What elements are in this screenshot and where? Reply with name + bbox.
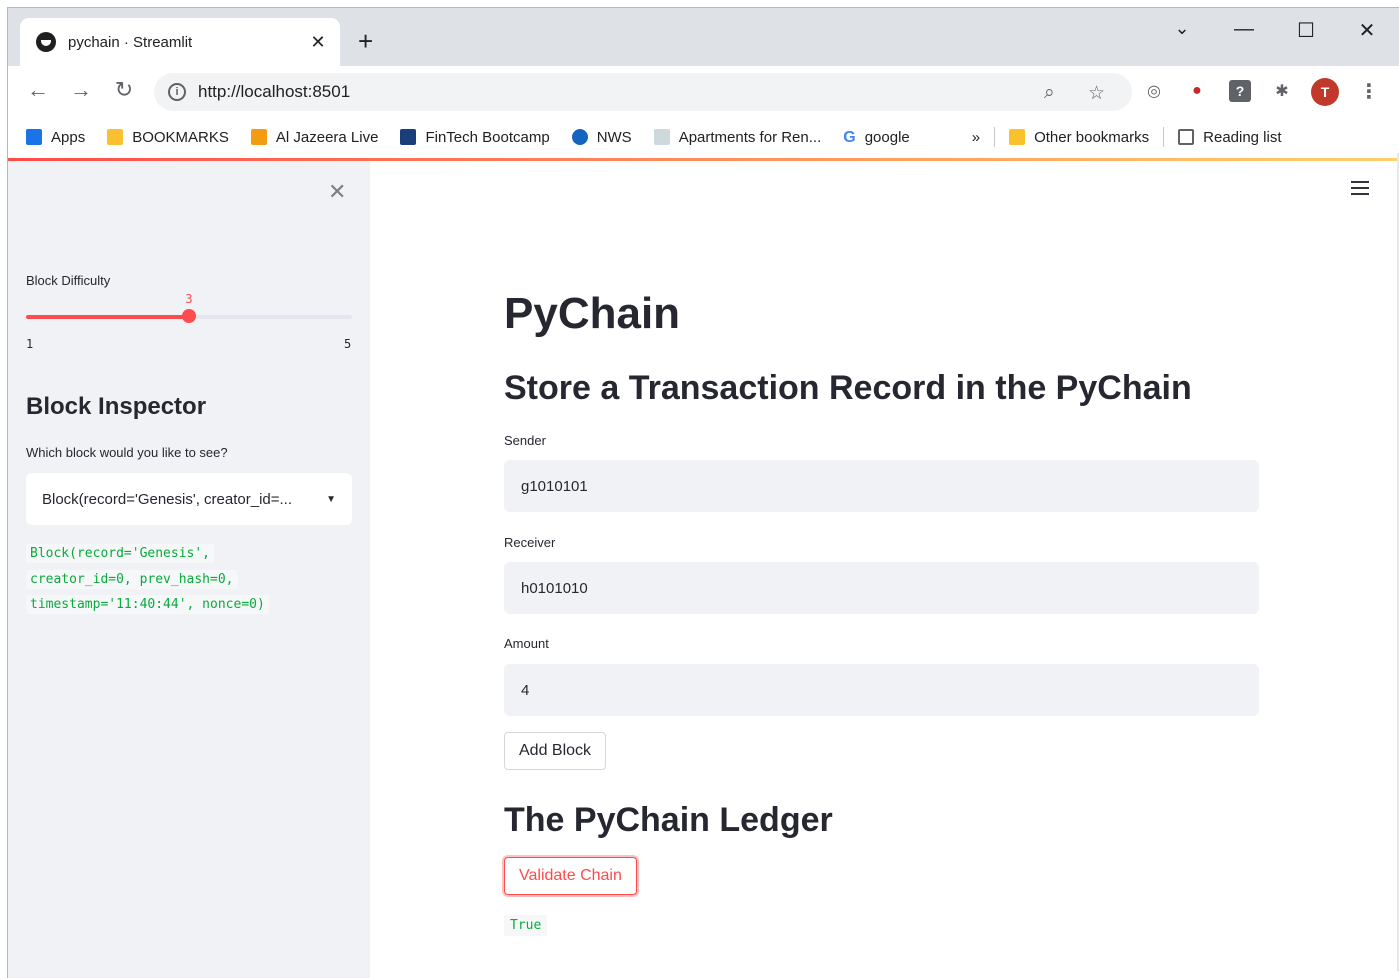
- tab-title: pychain · Streamlit: [68, 33, 193, 51]
- bookmarks-divider: [994, 127, 996, 147]
- reading-list-icon: [1178, 129, 1195, 145]
- folder-icon: [1009, 129, 1026, 145]
- validation-result: True: [504, 915, 548, 936]
- bookmark-label: Apps: [51, 128, 86, 146]
- tab-strip: pychain · Streamlit ✕ + ⌄ — ☐ ✕: [8, 8, 1399, 66]
- block-select[interactable]: Block(record='Genesis', creator_id=... ▼: [26, 473, 352, 525]
- bookmark-aljazeera[interactable]: Al Jazeera Live: [250, 128, 379, 146]
- bookmarks-divider: [1163, 127, 1165, 147]
- zoom-icon[interactable]: ⌕: [1044, 82, 1055, 104]
- puzzle-extensions-icon[interactable]: ✱: [1271, 80, 1293, 102]
- slider-label: Block Difficulty: [26, 273, 111, 288]
- more-bookmarks-button[interactable]: »: [972, 129, 980, 146]
- slider-thumb[interactable]: [182, 309, 196, 323]
- difficulty-slider[interactable]: [26, 309, 352, 323]
- bookmark-label: Al Jazeera Live: [275, 128, 379, 146]
- apartments-icon: [653, 129, 670, 145]
- google-icon: G: [843, 129, 856, 146]
- bookmark-bookmarks-folder[interactable]: BOOKMARKS: [107, 129, 229, 146]
- minimize-button[interactable]: —: [1229, 18, 1259, 41]
- bookmark-google[interactable]: G google: [843, 128, 910, 147]
- code-line: Block(record='Genesis',: [26, 541, 269, 567]
- bookmark-label: BOOKMARKS: [132, 128, 229, 146]
- amount-label: Amount: [504, 636, 549, 651]
- new-tab-button[interactable]: +: [358, 28, 373, 54]
- folder-icon: [107, 129, 124, 145]
- code-line: creator_id=0, prev_hash=0,: [26, 567, 269, 593]
- bookmark-label: Apartments for Ren...: [678, 128, 822, 146]
- close-window-button[interactable]: ✕: [1352, 18, 1382, 43]
- sidebar: ✕ Block Difficulty 3 1 5 Block Inspector…: [8, 161, 370, 978]
- slider-min-label: 1: [26, 337, 34, 351]
- lastpass-extension-icon[interactable]: ●: [1186, 80, 1208, 102]
- sidebar-close-icon[interactable]: ✕: [328, 179, 346, 205]
- help-extension-icon[interactable]: ?: [1229, 80, 1251, 102]
- bookmark-label: Reading list: [1203, 128, 1282, 146]
- back-arrow-icon[interactable]: ←: [24, 78, 52, 102]
- browser-toolbar: ← → ↻ i http://localhost:8501 ⌕ ☆ ◎ ● ? …: [8, 66, 1399, 116]
- bookmark-fintech-bootcamp[interactable]: FinTech Bootcamp: [400, 128, 550, 146]
- slider-fill: [26, 315, 189, 319]
- receiver-label: Receiver: [504, 535, 556, 550]
- apps-grid-icon: [26, 129, 42, 145]
- sender-input[interactable]: g1010101: [504, 460, 1259, 512]
- bookmark-apps[interactable]: Apps: [26, 129, 85, 146]
- chevron-down-icon: ▼: [326, 493, 336, 505]
- block-code-output: Block(record='Genesis', creator_id=0, pr…: [26, 541, 269, 618]
- add-block-button[interactable]: Add Block: [504, 732, 607, 770]
- maximize-button[interactable]: ☐: [1291, 18, 1321, 43]
- profile-avatar[interactable]: T: [1311, 78, 1339, 106]
- tab-close-icon[interactable]: ✕: [308, 32, 328, 53]
- main-content: PyChain Store a Transaction Record in th…: [370, 161, 1399, 978]
- bookmark-label: NWS: [596, 128, 632, 146]
- page-title: PyChain: [504, 289, 681, 338]
- bookmark-nws[interactable]: NWS: [571, 128, 632, 146]
- streamlit-favicon-icon: [36, 32, 56, 52]
- amount-input[interactable]: 4: [504, 664, 1259, 716]
- code-text: timestamp='11:40:44', nonce=0): [26, 595, 269, 614]
- slider-current-value: 3: [185, 292, 193, 306]
- code-text: Block(record='Genesis',: [26, 544, 215, 563]
- browser-window: pychain · Streamlit ✕ + ⌄ — ☐ ✕ ← → ↻ i …: [7, 7, 1399, 978]
- browser-tab[interactable]: pychain · Streamlit ✕: [20, 18, 340, 66]
- sender-label: Sender: [504, 433, 546, 448]
- bookmark-label: FinTech Bootcamp: [425, 128, 550, 146]
- validate-chain-button[interactable]: Validate Chain: [504, 857, 637, 895]
- select-label: Which block would you like to see?: [26, 445, 228, 460]
- nws-icon: [571, 129, 588, 145]
- bookmark-reading-list[interactable]: Reading list: [1178, 128, 1282, 146]
- bookmark-label: google: [864, 128, 910, 146]
- extension-icon[interactable]: ◎: [1143, 80, 1165, 102]
- hamburger-menu-icon[interactable]: [1351, 181, 1369, 199]
- bookmark-star-icon[interactable]: ☆: [1088, 82, 1105, 105]
- block-inspector-heading: Block Inspector: [26, 393, 207, 420]
- url-text[interactable]: http://localhost:8501: [198, 82, 350, 102]
- browser-menu-icon[interactable]: ⋮: [1358, 80, 1380, 103]
- address-bar[interactable]: i http://localhost:8501 ⌕ ☆: [154, 73, 1132, 111]
- ledger-heading: The PyChain Ledger: [504, 801, 833, 839]
- store-transaction-heading: Store a Transaction Record in the PyChai…: [504, 369, 1192, 407]
- receiver-input[interactable]: h0101010: [504, 562, 1259, 614]
- code-line: timestamp='11:40:44', nonce=0): [26, 592, 269, 618]
- bookmarks-bar: Apps BOOKMARKS Al Jazeera Live FinTech B…: [8, 116, 1399, 158]
- forward-arrow-icon[interactable]: →: [67, 78, 95, 102]
- bookmark-label: Other bookmarks: [1034, 128, 1150, 146]
- tab-search-icon[interactable]: ⌄: [1167, 18, 1197, 39]
- bookmark-apartments[interactable]: Apartments for Ren...: [653, 128, 822, 146]
- slider-max-label: 5: [344, 337, 352, 351]
- bookmark-other-bookmarks[interactable]: Other bookmarks: [1009, 129, 1149, 146]
- fintech-icon: [400, 129, 417, 145]
- aljazeera-icon: [250, 129, 267, 145]
- select-value: Block(record='Genesis', creator_id=...: [42, 490, 293, 508]
- site-info-icon[interactable]: i: [168, 83, 186, 101]
- code-text: creator_id=0, prev_hash=0,: [26, 569, 238, 589]
- reload-icon[interactable]: ↻: [110, 78, 138, 102]
